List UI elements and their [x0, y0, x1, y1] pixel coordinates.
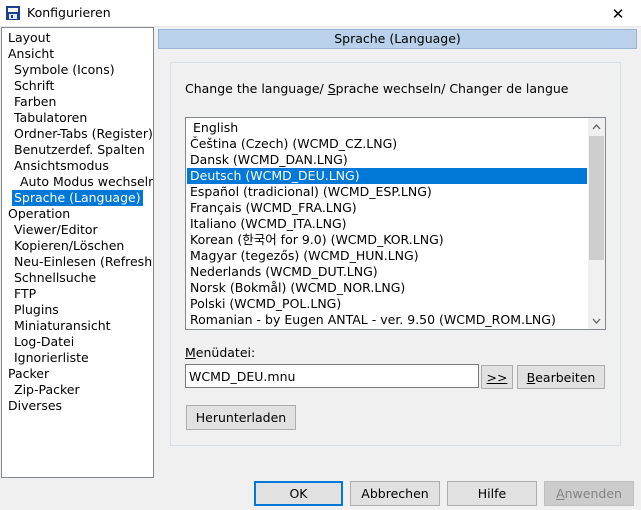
tree-item[interactable]: Symbole (Icons): [12, 62, 117, 78]
tree-item[interactable]: Ansicht: [6, 46, 56, 62]
language-list-item[interactable]: Nederlands (WCMD_DUT.LNG): [187, 264, 587, 280]
menu-file-label: Menüdatei:: [185, 345, 256, 360]
language-list-item[interactable]: Deutsch (WCMD_DEU.LNG): [187, 168, 587, 184]
category-tree[interactable]: Layout Ansicht Symbole (Icons) Schrift Farbe…: [1, 27, 154, 478]
language-list-item[interactable]: Korean (한국어 for 9.0) (WCMD_KOR.LNG): [187, 232, 587, 248]
language-list-item[interactable]: Magyar (tegezős) (WCMD_HUN.LNG): [187, 248, 587, 264]
tree-item[interactable]: Packer: [6, 366, 51, 382]
ok-button[interactable]: OK: [254, 481, 343, 506]
cancel-button[interactable]: Abbrechen: [350, 481, 440, 506]
tree-item[interactable]: Tabulatoren: [12, 110, 89, 126]
tree-item[interactable]: Operation: [6, 206, 72, 222]
apply-button[interactable]: Anwenden: [544, 481, 634, 506]
tree-item[interactable]: Benutzerdef. Spalten: [12, 142, 147, 158]
language-list-item[interactable]: Čeština (Czech) (WCMD_CZ.LNG): [187, 136, 587, 152]
tree-item[interactable]: Zip-Packer: [12, 382, 82, 398]
tree-item[interactable]: Diverses: [6, 398, 64, 414]
close-button[interactable]: ✕: [595, 0, 641, 27]
tree-item[interactable]: Layout: [6, 30, 53, 46]
language-list[interactable]: English Čeština (Czech) (WCMD_CZ.LNG) Dans…: [185, 117, 606, 330]
edit-button[interactable]: Bearbeiten: [517, 365, 605, 389]
language-list-item[interactable]: Romanian - by Eugen ANTAL - ver. 9.50 (W…: [187, 312, 587, 328]
tree-item[interactable]: Ignorierliste: [12, 350, 91, 366]
change-language-label: Change the language/ Sprache wechseln/ C…: [185, 81, 569, 96]
tree-item[interactable]: Schnellsuche: [12, 270, 98, 286]
tree-item[interactable]: Log-Datei: [12, 334, 76, 350]
language-list-item[interactable]: Español (tradicional) (WCMD_ESP.LNG): [187, 184, 587, 200]
tree-item[interactable]: Plugins: [12, 302, 61, 318]
tree-item[interactable]: Auto Modus wechseln: [18, 174, 153, 190]
help-button[interactable]: Hilfe: [447, 481, 537, 506]
chevron-up-icon: [592, 123, 601, 129]
tree-item[interactable]: Viewer/Editor: [12, 222, 100, 238]
language-list-item[interactable]: Français (WCMD_FRA.LNG): [187, 200, 587, 216]
section-header: Sprache (Language): [158, 29, 637, 49]
tree-item[interactable]: Neu-Einlesen (Refresh): [12, 254, 153, 270]
window-title: Konfigurieren: [27, 5, 111, 20]
scroll-down-button[interactable]: [588, 312, 605, 329]
language-list-item[interactable]: Italiano (WCMD_ITA.LNG): [187, 216, 587, 232]
tree-item[interactable]: Ansichtsmodus: [12, 158, 111, 174]
tree-item[interactable]: Farben: [12, 94, 58, 110]
scroll-up-button[interactable]: [588, 118, 605, 135]
tree-item[interactable]: Ordner-Tabs (Register): [12, 126, 153, 142]
tree-item[interactable]: Sprache (Language): [12, 190, 143, 206]
app-icon: [6, 6, 20, 20]
close-icon: ✕: [611, 4, 625, 23]
title-bar: Konfigurieren ✕: [0, 0, 641, 27]
language-list-item[interactable]: Dansk (WCMD_DAN.LNG): [187, 152, 587, 168]
language-list-item[interactable]: Polski (WCMD_POL.LNG): [187, 296, 587, 312]
tree-item[interactable]: Miniaturansicht: [12, 318, 113, 334]
scroll-thumb[interactable]: [589, 136, 604, 260]
tree-item[interactable]: FTP: [12, 286, 38, 302]
tree-item[interactable]: Kopieren/Löschen: [12, 238, 126, 254]
menu-file-input[interactable]: [185, 364, 479, 388]
chevron-down-icon: [592, 318, 601, 324]
browse-button[interactable]: >>: [481, 365, 513, 389]
download-button[interactable]: Herunterladen: [186, 405, 296, 430]
language-list-scrollbar[interactable]: [588, 118, 605, 329]
language-list-item[interactable]: English: [187, 120, 587, 136]
language-list-item[interactable]: Norsk (Bokmål) (WCMD_NOR.LNG): [187, 280, 587, 296]
tree-item[interactable]: Schrift: [12, 78, 56, 94]
